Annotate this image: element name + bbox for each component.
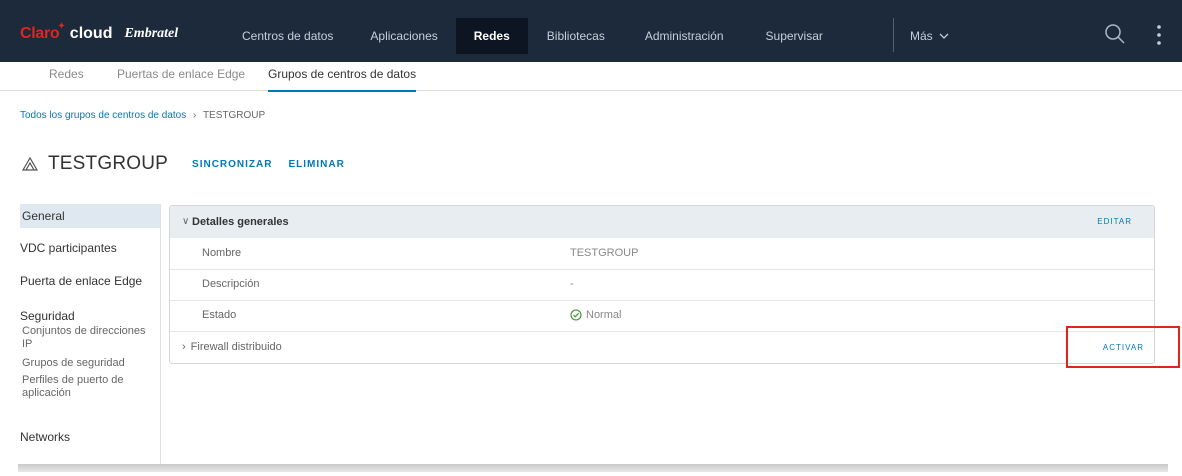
chevron-right-icon: › [182, 341, 186, 353]
nav-more-label: Más [910, 29, 933, 43]
breadcrumb: Todos los grupos de centros de datos › T… [20, 110, 265, 121]
detail-row-estado: Estado Normal [170, 300, 1154, 332]
detail-key: Estado [202, 309, 237, 321]
nav-more-menu[interactable]: Más [910, 18, 949, 54]
breadcrumb-separator: › [193, 110, 197, 121]
brand-logo[interactable]: Claro ✦ cloud Embratel [20, 20, 179, 46]
subnav-tabs: Redes Puertas de enlace Edge Grupos de c… [0, 62, 1182, 92]
firewall-label-text: Firewall distribuido [190, 341, 282, 353]
highlight-box [1066, 326, 1180, 368]
more-vertical-icon[interactable] [1155, 24, 1163, 46]
delete-button[interactable]: ELIMINAR [288, 159, 344, 170]
sidebar-item-seguridad[interactable]: Seguridad [20, 309, 75, 323]
sidebar-item-networks[interactable]: Networks [20, 430, 70, 444]
firewall-row[interactable]: › Firewall distribuido ACTIVAR [170, 332, 1154, 364]
sidebar-subitem-conjuntos-ip[interactable]: Conjuntos de direcciones IP [22, 325, 156, 351]
brand-cloud: cloud [69, 25, 113, 42]
check-circle-icon [570, 309, 582, 321]
brand-embratel: Embratel [124, 26, 179, 41]
tab-puertas-de-enlace-edge[interactable]: Puertas de enlace Edge [117, 62, 245, 90]
status-badge: Normal [570, 309, 621, 321]
breadcrumb-link-all-groups[interactable]: Todos los grupos de centros de datos [20, 110, 186, 121]
nav-redes[interactable]: Redes [455, 18, 528, 54]
tab-redes[interactable]: Redes [49, 62, 84, 90]
chevron-down-icon: ∨ [182, 216, 190, 227]
detail-key: Descripción [202, 278, 260, 290]
brand-claro: Claro [20, 25, 60, 42]
details-header[interactable]: ∨ Detalles generales EDITAR [170, 206, 1154, 238]
search-icon[interactable] [1103, 22, 1127, 46]
detail-value: TESTGROUP [570, 247, 639, 259]
tab-grupos-de-centros-de-datos[interactable]: Grupos de centros de datos [268, 62, 417, 92]
nav-bibliotecas[interactable]: Bibliotecas [528, 18, 622, 54]
detail-key: Nombre [202, 247, 242, 259]
firewall-label: › Firewall distribuido [182, 341, 282, 353]
nav-divider [893, 18, 894, 52]
edit-button[interactable]: EDITAR [1097, 217, 1132, 226]
breadcrumb-current: TESTGROUP [202, 110, 266, 121]
details-header-label: Detalles generales [192, 216, 289, 228]
page-title: TESTGROUP [48, 153, 169, 174]
detail-sidebar: General VDC participantes Puerta de enla… [20, 204, 161, 466]
chevron-down-icon [939, 33, 949, 39]
sidebar-item-vdc-participantes[interactable]: VDC participantes [20, 241, 117, 255]
general-details-card: ∨ Detalles generales EDITAR Nombre TESTG… [169, 205, 1155, 364]
nav-administracion[interactable]: Administración [622, 18, 742, 54]
nav-supervisar[interactable]: Supervisar [742, 18, 839, 54]
detail-row-descripcion: Descripción - [170, 269, 1154, 301]
brand-swoosh-icon: ✦ [57, 20, 66, 32]
main-nav: Centros de datos Aplicaciones Redes Bibl… [228, 18, 839, 54]
top-header: Claro ✦ cloud Embratel Centros de datos … [0, 0, 1182, 62]
datacenter-group-icon [21, 156, 39, 171]
sidebar-subitem-grupos-seguridad[interactable]: Grupos de seguridad [22, 357, 156, 370]
nav-centros-de-datos[interactable]: Centros de datos [228, 18, 350, 54]
page-header: TESTGROUP SINCRONIZAR ELIMINAR [20, 152, 345, 176]
sidebar-item-puerta-de-enlace-edge[interactable]: Puerta de enlace Edge [20, 274, 142, 288]
bottom-shadow [18, 464, 1168, 472]
status-text: Normal [586, 309, 622, 321]
nav-aplicaciones[interactable]: Aplicaciones [350, 18, 455, 54]
sync-button[interactable]: SINCRONIZAR [192, 159, 272, 170]
sidebar-subitem-perfiles-puerto[interactable]: Perfiles de puerto de aplicación [22, 374, 156, 400]
detail-row-nombre: Nombre TESTGROUP [170, 238, 1154, 270]
sidebar-item-general[interactable]: General [20, 204, 160, 228]
detail-value: - [570, 278, 574, 290]
